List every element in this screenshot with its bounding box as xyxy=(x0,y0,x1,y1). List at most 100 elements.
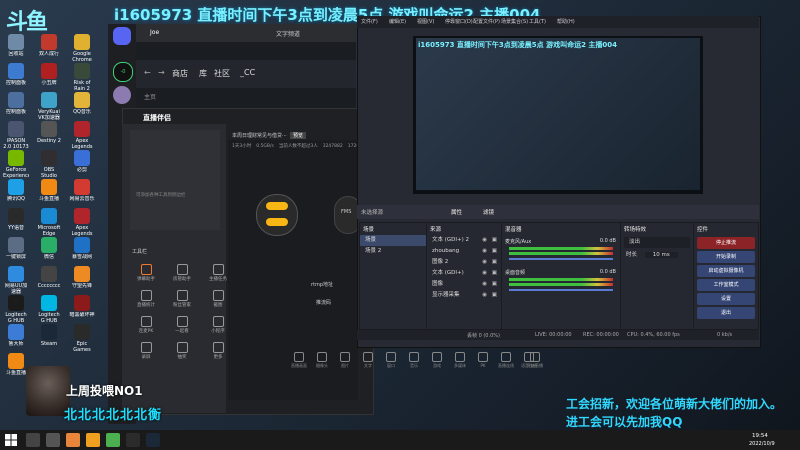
bottom-tool[interactable]: 摄像头 xyxy=(311,352,333,369)
node-pill-bottom[interactable] xyxy=(266,218,288,226)
desktop-shortcut[interactable]: GeForce Experience xyxy=(3,150,29,179)
lock-icon[interactable]: ▣ xyxy=(492,257,497,268)
tool-item[interactable]: 录屏 xyxy=(130,342,162,360)
text-channel-label[interactable]: 文字频道 xyxy=(276,29,300,38)
desktop-shortcut[interactable]: Cccccccc xyxy=(36,266,62,295)
source-item[interactable]: 文本 (GDI+) ◉ ▣ xyxy=(427,268,501,279)
bottom-tool[interactable]: 音乐 xyxy=(403,352,425,369)
desktop-shortcut[interactable]: YY语音 xyxy=(3,208,29,237)
desktop-shortcut[interactable]: Logitech G HUB xyxy=(36,295,62,324)
obs-taskbar-icon[interactable] xyxy=(46,433,60,447)
tool-item[interactable]: 房管助手 xyxy=(166,264,198,282)
nav-item-store[interactable]: 商店 xyxy=(172,68,188,79)
visibility-eye-icon[interactable]: ◉ xyxy=(482,279,487,290)
desktop-shortcut[interactable]: QQ音乐 xyxy=(69,92,95,121)
desktop-shortcut[interactable]: 微信 xyxy=(36,237,62,266)
tool-item[interactable]: 一起看 xyxy=(166,316,198,334)
desktop-shortcut[interactable]: 控制面板 xyxy=(3,63,29,92)
steam-taskbar-icon[interactable] xyxy=(146,433,160,447)
bottom-tool[interactable]: 图片 xyxy=(334,352,356,369)
clock-time[interactable]: 19:54 xyxy=(752,433,768,439)
desktop-shortcut[interactable]: 小丑牌 xyxy=(36,63,62,92)
bottom-tool[interactable]: 直播画面 xyxy=(288,352,310,369)
search-taskbar-icon[interactable] xyxy=(26,433,40,447)
scene-item[interactable]: 场景 2 xyxy=(360,246,426,257)
desktop-shortcut[interactable]: 网易云音乐 xyxy=(69,179,95,208)
online-status-icon[interactable]: -0 xyxy=(113,62,133,82)
obs-menu-item[interactable]: 编辑(E) xyxy=(389,18,406,25)
obs-menu-item[interactable]: 场景集合(S) xyxy=(501,18,528,25)
desktop-shortcut[interactable]: 守望先锋 xyxy=(69,266,95,295)
obs-menu-item[interactable]: 工具(T) xyxy=(529,18,546,25)
desktop-shortcut[interactable]: 斗鱼直播 xyxy=(36,179,62,208)
desktop-shortcut[interactable]: 必剪 xyxy=(69,150,95,179)
duration-input[interactable]: 10 ms xyxy=(644,252,678,258)
source-item[interactable]: zhoubang ◉ ▣ xyxy=(427,246,501,257)
visibility-eye-icon[interactable]: ◉ xyxy=(482,246,487,257)
bottom-tool[interactable]: 游戏 xyxy=(426,352,448,369)
desktop-shortcut[interactable]: Risk of Rain 2 xyxy=(69,63,95,92)
source-item[interactable]: 文本 (GDI+) 2 ◉ ▣ xyxy=(427,235,501,246)
desktop-shortcut[interactable]: Microsoft Edge xyxy=(36,208,62,237)
launcher-home-label[interactable]: 主页 xyxy=(144,92,156,101)
lock-icon[interactable]: ▣ xyxy=(492,268,497,279)
obs-menu-item[interactable]: 停靠窗口(D) xyxy=(445,18,473,25)
lock-icon[interactable]: ▣ xyxy=(492,279,497,290)
green-app-taskbar-icon[interactable] xyxy=(106,433,120,447)
obs-menu-item[interactable]: 视图(V) xyxy=(417,18,434,25)
desktop-shortcut[interactable]: Destiny 2 xyxy=(36,121,62,150)
volume-slider[interactable] xyxy=(509,258,613,260)
lock-icon[interactable]: ▣ xyxy=(492,290,497,301)
filters-button[interactable]: 滤镜 xyxy=(483,208,494,216)
lock-icon[interactable]: ▣ xyxy=(492,235,497,246)
tool-item[interactable]: 粉丝管家 xyxy=(166,290,198,308)
control-button[interactable]: 开始录制 xyxy=(697,251,755,263)
desktop-shortcut[interactable]: Apex Legends xyxy=(69,121,95,150)
dark-app-taskbar-icon[interactable] xyxy=(126,433,140,447)
desktop-shortcut[interactable]: Google Chrome xyxy=(69,34,95,63)
orange-app-taskbar-icon[interactable] xyxy=(66,433,80,447)
tool-item[interactable]: 直播统计 xyxy=(130,290,162,308)
control-button[interactable]: 退出 xyxy=(697,307,755,319)
control-button[interactable]: 设置 xyxy=(697,293,755,305)
desktop-shortcut[interactable]: iPASON 2.0 10173电竞 xyxy=(3,121,29,150)
tool-item[interactable]: 弹幕助手 xyxy=(130,264,162,282)
nav-item-library[interactable]: 库 xyxy=(199,68,207,79)
scene-item[interactable]: 场景 xyxy=(360,235,426,246)
obs-menu-item[interactable]: 配置文件(P) xyxy=(473,18,500,25)
desktop-shortcut[interactable]: 一键锁屏 xyxy=(3,237,29,266)
desktop-shortcut[interactable]: 控制面板 xyxy=(3,92,29,121)
clock-date[interactable]: 2022/10/9 xyxy=(749,441,775,447)
desktop-shortcut[interactable]: VeryKuai VK加速器 xyxy=(36,92,62,121)
desktop-shortcut[interactable]: 网易UU加速器 xyxy=(3,266,29,295)
preview-button[interactable]: 预览 xyxy=(290,132,307,139)
desktop-shortcut[interactable]: Steam xyxy=(36,324,62,353)
server-avatar-icon[interactable] xyxy=(113,86,131,104)
node-pill-top[interactable] xyxy=(266,202,288,210)
desktop-shortcut[interactable]: Apex Legends xyxy=(69,208,95,237)
visibility-eye-icon[interactable]: ◉ xyxy=(482,268,487,279)
obs-menu-item[interactable]: 帮助(H) xyxy=(557,18,575,25)
desktop-shortcut[interactable]: 腾讯QQ xyxy=(3,179,29,208)
bottom-tool[interactable]: 多媒体 xyxy=(449,352,471,369)
nav-item-user[interactable]: _CC xyxy=(240,68,255,77)
bottom-tool[interactable]: PK xyxy=(472,352,494,368)
bottom-tool[interactable]: 直播连线 xyxy=(495,352,517,369)
forward-arrow-icon[interactable]: → xyxy=(158,68,165,77)
source-item[interactable]: 显示器采集 ◉ ▣ xyxy=(427,290,501,301)
desktop-shortcut[interactable]: OBS Studio xyxy=(36,150,62,179)
back-arrow-icon[interactable]: ← xyxy=(144,68,151,77)
desktop-shortcut[interactable]: 双人成行 xyxy=(36,34,62,63)
control-button[interactable]: 工作室模式 xyxy=(697,279,755,291)
desktop-shortcut[interactable]: 暗黑破坏神 xyxy=(69,295,95,324)
desktop-shortcut[interactable]: 回收站 xyxy=(3,34,29,63)
desktop-shortcut[interactable]: Logitech G HUB xyxy=(3,295,29,324)
nav-item-community[interactable]: 社区 xyxy=(214,68,230,79)
tool-item[interactable]: 连麦PK xyxy=(130,316,162,334)
douyu-taskbar-icon[interactable] xyxy=(86,433,100,447)
visibility-eye-icon[interactable]: ◉ xyxy=(482,290,487,301)
windows-start-icon[interactable] xyxy=(5,434,17,446)
control-button[interactable]: 停止推流 xyxy=(697,237,755,249)
discord-home-icon[interactable] xyxy=(113,27,131,45)
bottom-tool[interactable]: 窗口 xyxy=(380,352,402,369)
